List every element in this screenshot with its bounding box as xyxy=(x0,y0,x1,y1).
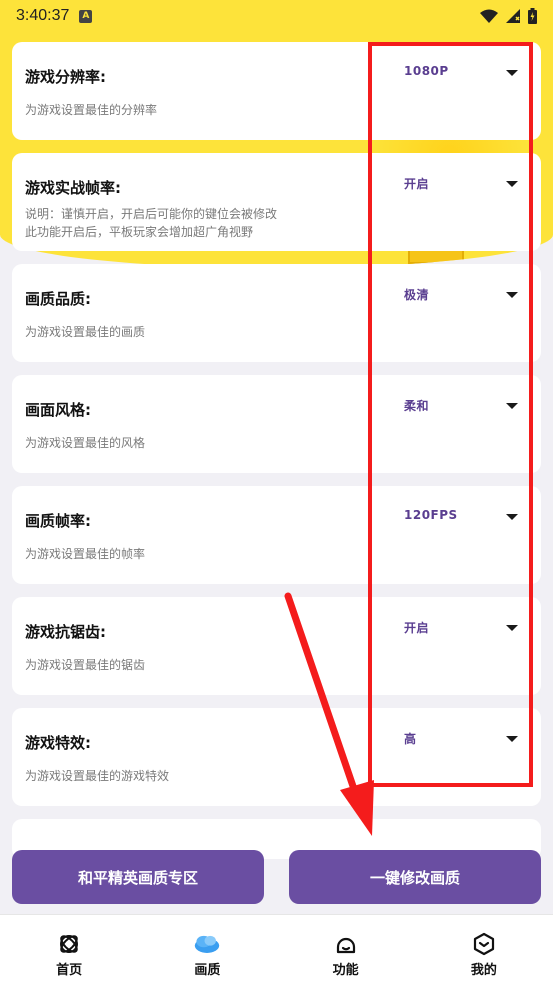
nav-label: 功能 xyxy=(332,963,359,978)
nav-label: 我的 xyxy=(470,963,497,978)
nav-label: 画质 xyxy=(194,963,221,978)
profile-box-icon xyxy=(471,931,497,957)
setting-value[interactable]: 120FPS xyxy=(404,508,458,522)
setting-title: 游戏抗锯齿: xyxy=(25,623,106,641)
setting-title: 画质品质: xyxy=(25,290,91,308)
setting-card-framerate[interactable]: 画质帧率: 为游戏设置最佳的帧率 120FPS xyxy=(12,486,541,584)
setting-value[interactable]: 开启 xyxy=(404,619,429,636)
nav-item-home[interactable]: 首页 xyxy=(0,915,138,983)
setting-description: 为游戏设置最佳的风格 xyxy=(25,436,146,450)
setting-card-effects[interactable]: 游戏特效: 为游戏设置最佳的游戏特效 高 xyxy=(12,708,541,806)
setting-title: 画质帧率: xyxy=(25,512,91,530)
notification-icon: A xyxy=(79,9,93,23)
setting-card-antialiasing[interactable]: 游戏抗锯齿: 为游戏设置最佳的锯齿 开启 xyxy=(12,597,541,695)
nav-label: 首页 xyxy=(56,963,83,978)
dropdown-arrow-icon[interactable] xyxy=(506,736,518,742)
dropdown-arrow-icon[interactable] xyxy=(506,403,518,409)
nav-item-profile[interactable]: 我的 xyxy=(415,915,553,983)
home-orbit-icon xyxy=(56,931,82,957)
setting-value[interactable]: 高 xyxy=(404,730,417,747)
status-icons xyxy=(480,8,537,24)
setting-title: 游戏特效: xyxy=(25,734,91,752)
dropdown-arrow-icon[interactable] xyxy=(506,181,518,187)
setting-value[interactable]: 开启 xyxy=(404,175,429,192)
function-icon xyxy=(333,931,359,957)
bottom-nav: 首页 画质 功能 我的 xyxy=(0,914,553,983)
settings-list: 游戏分辨率: 为游戏设置最佳的分辨率 1080P 游戏实战帧率: 说明：谨慎开启… xyxy=(12,42,541,859)
pubg-quality-zone-button[interactable]: 和平精英画质专区 xyxy=(12,850,264,904)
setting-description: 为游戏设置最佳的游戏特效 xyxy=(25,769,170,783)
setting-card-quality[interactable]: 画质品质: 为游戏设置最佳的画质 极清 xyxy=(12,264,541,362)
setting-description: 说明：谨慎开启，开启后可能你的键位会被修改 此功能开启后，平板玩家会增加超广角视… xyxy=(25,207,278,239)
dropdown-arrow-icon[interactable] xyxy=(506,625,518,631)
dropdown-arrow-icon[interactable] xyxy=(506,70,518,76)
wifi-icon xyxy=(480,9,498,23)
one-click-modify-button[interactable]: 一键修改画质 xyxy=(289,850,541,904)
setting-card-combat-framerate[interactable]: 游戏实战帧率: 说明：谨慎开启，开启后可能你的键位会被修改 此功能开启后，平板玩… xyxy=(12,153,541,251)
cloud-icon xyxy=(194,931,220,957)
setting-title: 画面风格: xyxy=(25,401,91,419)
setting-value[interactable]: 1080P xyxy=(404,64,449,78)
status-time: 3:40:37 xyxy=(16,7,70,24)
status-bar: 3:40:37 A xyxy=(0,0,553,32)
setting-description: 为游戏设置最佳的锯齿 xyxy=(25,658,146,672)
nav-item-quality[interactable]: 画质 xyxy=(138,915,276,983)
setting-description: 为游戏设置最佳的分辨率 xyxy=(25,103,158,117)
dropdown-arrow-icon[interactable] xyxy=(506,292,518,298)
setting-description: 为游戏设置最佳的帧率 xyxy=(25,547,146,561)
setting-card-style[interactable]: 画面风格: 为游戏设置最佳的风格 柔和 xyxy=(12,375,541,473)
setting-description: 为游戏设置最佳的画质 xyxy=(25,325,146,339)
setting-title: 游戏分辨率: xyxy=(25,68,106,86)
dropdown-arrow-icon[interactable] xyxy=(506,514,518,520)
nav-item-function[interactable]: 功能 xyxy=(277,915,415,983)
setting-title: 游戏实战帧率: xyxy=(25,179,121,197)
setting-value[interactable]: 柔和 xyxy=(404,397,429,414)
signal-icon xyxy=(506,9,520,23)
setting-card-resolution[interactable]: 游戏分辨率: 为游戏设置最佳的分辨率 1080P xyxy=(12,42,541,140)
battery-icon xyxy=(528,8,537,24)
setting-value[interactable]: 极清 xyxy=(404,286,429,303)
